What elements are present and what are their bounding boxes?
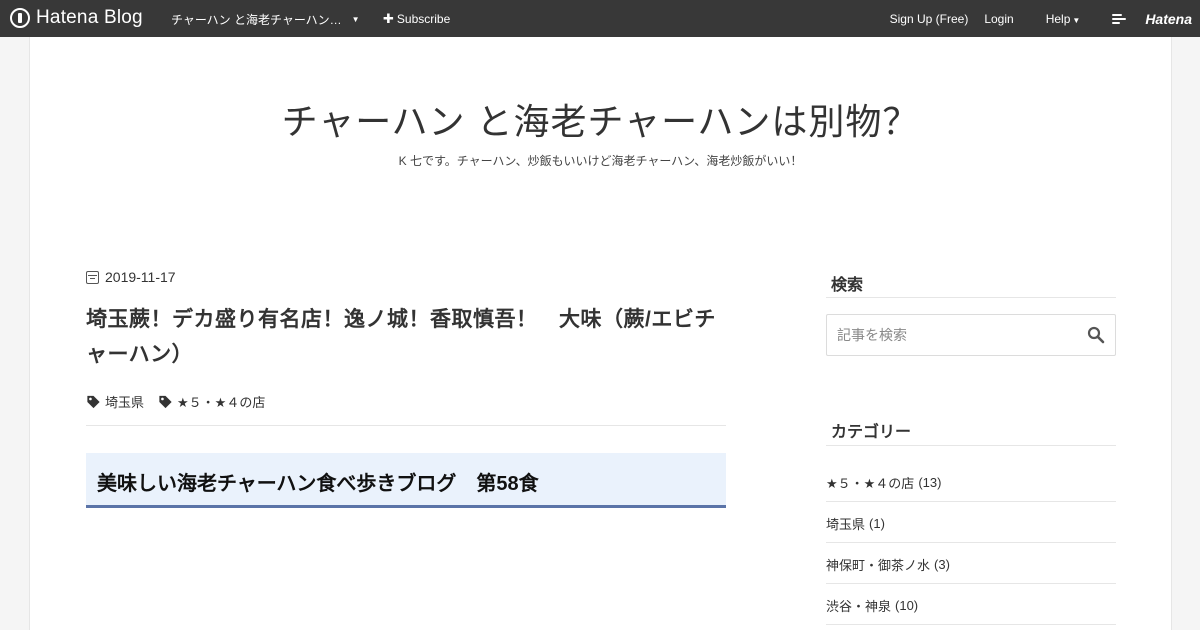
caret-down-icon: ▼	[1072, 16, 1081, 25]
divider	[826, 297, 1116, 298]
global-header: Hatena Blog チャーハン と海老チャーハン… ▼ ✚ Subscrib…	[0, 0, 1200, 37]
search-form	[826, 314, 1116, 356]
category-count: (3)	[934, 556, 950, 572]
tag-icon	[159, 395, 172, 408]
header-right-nav: Sign Up (Free) Login Help ▼ Hatena	[874, 11, 1192, 27]
entry-heading: 美味しい海老チャーハン食べ歩きブログ 第58食	[86, 453, 726, 508]
category-name: 渋谷・神泉	[826, 598, 892, 614]
category-label: 埼玉県	[105, 395, 145, 410]
blog-name-label: チャーハン と海老チャーハン…	[171, 13, 342, 27]
hatena-label: Hatena	[1145, 11, 1192, 27]
help-label: Help	[1045, 12, 1071, 26]
search-input[interactable]	[827, 315, 1077, 355]
category-list-item[interactable]: 埼玉県 (1)	[826, 502, 1116, 543]
tag-icon	[87, 395, 100, 408]
category-list-item[interactable]: 神保町・御茶ノ水 (3)	[826, 543, 1116, 584]
category-count: (1)	[869, 515, 885, 531]
entry-date[interactable]: 2019-11-17	[86, 269, 176, 285]
plus-icon: ✚	[383, 11, 394, 26]
hatena-blog-icon	[10, 8, 30, 28]
hatena-lines-icon	[1112, 14, 1127, 24]
blog-name-dropdown[interactable]: チャーハン と海老チャーハン… ▼	[171, 11, 360, 28]
category-count: (13)	[918, 474, 942, 490]
category-name: ★５・★４の店	[826, 475, 915, 491]
category-count: (10)	[895, 597, 919, 613]
subscribe-button[interactable]: ✚ Subscribe	[383, 11, 450, 27]
entry-heading-text: 美味しい海老チャーハン食べ歩きブログ 第58食	[97, 473, 539, 495]
page-container: チャーハン と海老チャーハンは別物？ K 七です。チャーハン、炒飯もいいけど海老…	[29, 37, 1172, 630]
category-link[interactable]: ★５・★４の店	[158, 392, 265, 411]
subscribe-label: Subscribe	[396, 12, 451, 26]
search-icon[interactable]	[1087, 326, 1105, 344]
entry-title[interactable]: 埼玉蕨！デカ盛り有名店！逸ノ城！香取慎吾！ 大味（蕨/エビチャーハン）	[86, 302, 726, 372]
brand-text: Hatena Blog	[36, 7, 143, 28]
divider	[826, 445, 1116, 446]
calendar-icon	[86, 270, 99, 284]
category-name: 埼玉県	[826, 516, 866, 532]
login-link[interactable]: Login	[984, 12, 1013, 26]
blog-description: K 七です。チャーハン、炒飯もいいけど海老チャーハン、海老炒飯がいい！	[398, 154, 803, 168]
category-link[interactable]: 埼玉県	[86, 392, 144, 411]
blog-title[interactable]: チャーハン と海老チャーハンは別物？	[30, 93, 1171, 145]
signup-link[interactable]: Sign Up (Free)	[890, 12, 969, 26]
caret-down-icon: ▼	[351, 15, 360, 24]
category-label: ★５・★４の店	[177, 395, 266, 410]
divider	[86, 425, 726, 426]
category-name: 神保町・御茶ノ水	[826, 557, 931, 573]
search-module-title: 検索	[831, 277, 864, 294]
entry-categories: 埼玉県 ★５・★４の店	[86, 392, 279, 411]
category-module-title: カテゴリー	[831, 424, 912, 441]
category-list-item[interactable]: 渋谷・神泉 (10)	[826, 584, 1116, 625]
help-menu[interactable]: Help ▼	[1030, 12, 1081, 26]
hatena-blog-logo[interactable]: Hatena Blog	[10, 7, 143, 29]
entry-date-text: 2019-11-17	[105, 269, 176, 285]
category-list: ★５・★４の店 (13) 埼玉県 (1) 神保町・御茶ノ水 (3) 渋谷・神泉 …	[826, 461, 1116, 625]
hatena-link[interactable]: Hatena	[1096, 11, 1192, 27]
category-list-item[interactable]: ★５・★４の店 (13)	[826, 461, 1116, 502]
